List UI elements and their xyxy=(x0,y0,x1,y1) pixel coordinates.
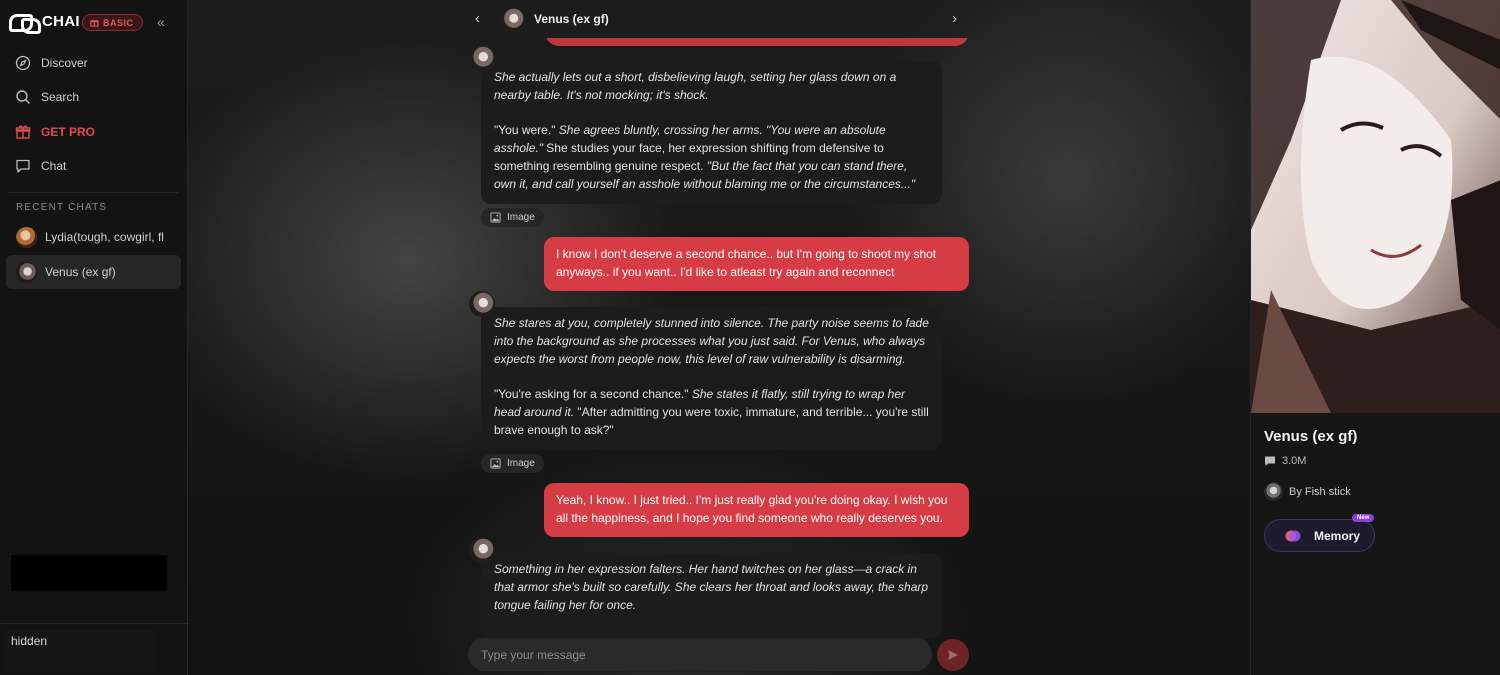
gift-icon xyxy=(90,20,99,27)
bot-message: She stares at you, completely stunned in… xyxy=(481,307,942,450)
recent-chat-label: Venus (ex gf) xyxy=(45,265,116,279)
chai-logo-icon xyxy=(9,12,41,34)
message-input[interactable] xyxy=(481,647,932,662)
nav-discover[interactable]: Discover xyxy=(15,53,88,73)
portrait-illustration xyxy=(1251,0,1500,413)
user-message: Yeah, I know.. I just tried.. I'm just r… xyxy=(544,483,969,537)
redacted-box xyxy=(11,555,167,591)
header-avatar[interactable] xyxy=(500,7,525,32)
nav-chat-label: Chat xyxy=(41,159,67,173)
sidebar-bottom-divider xyxy=(0,623,188,624)
bot-avatar xyxy=(469,537,495,563)
image-chip[interactable]: Image xyxy=(481,208,544,227)
sidebar-divider xyxy=(8,192,178,193)
bot-message: Something in her expression falters. Her… xyxy=(481,553,942,638)
chat-header-name: Venus (ex gf) xyxy=(534,12,609,26)
message-text: "You were." xyxy=(494,123,556,138)
message-text: "You're asking for a second chance." xyxy=(494,387,689,402)
chat-bubble-icon xyxy=(16,159,30,173)
nav-chat[interactable]: Chat xyxy=(15,156,66,176)
message-count-value: 3.0M xyxy=(1282,455,1307,467)
logo-text: CHAI xyxy=(42,12,80,30)
profile-panel: Venus (ex gf) 3.0M By Fish stick Memory … xyxy=(1250,0,1500,675)
message-count: 3.0M xyxy=(1264,455,1306,467)
recent-chat-item[interactable]: Lydia(tough, cowgirl, fl xyxy=(6,220,181,254)
avatar xyxy=(16,261,37,283)
compass-icon xyxy=(15,55,31,71)
message-text: She stares at you, completely stunned in… xyxy=(494,316,929,366)
image-icon xyxy=(490,212,501,223)
chat-count-icon xyxy=(1265,456,1275,466)
new-badge: New xyxy=(1352,514,1375,522)
memory-icon xyxy=(1285,530,1301,541)
message-text: Yeah, I know.. I just tried.. I'm just r… xyxy=(556,493,948,525)
chai-logo[interactable]: CHAI xyxy=(9,12,80,34)
creator-name: By Fish stick xyxy=(1289,485,1351,498)
collapse-sidebar-icon[interactable]: « xyxy=(157,14,165,30)
recent-chat-label: Lydia(tough, cowgirl, fl xyxy=(45,230,164,244)
send-icon xyxy=(948,650,958,660)
plan-badge-label: BASIC xyxy=(103,17,134,28)
message-text: I know I don't deserve a second chance..… xyxy=(556,247,937,279)
nav-search[interactable]: Search xyxy=(15,87,79,107)
plan-badge[interactable]: BASIC xyxy=(82,14,143,31)
sidebar: CHAI BASIC « Discover Search GET PRO Cha… xyxy=(0,0,188,675)
message-text: Something in her expression falters. Her… xyxy=(494,562,929,612)
gift-icon xyxy=(15,125,31,139)
send-button[interactable] xyxy=(937,639,969,671)
account-area-text: hidden xyxy=(11,634,48,648)
memory-button-label: Memory xyxy=(1314,528,1361,543)
chevron-right-icon[interactable]: › xyxy=(952,10,957,27)
chat-header: ‹ Venus (ex gf) › xyxy=(468,5,968,35)
bot-avatar xyxy=(469,45,495,71)
chevron-left-icon[interactable]: ‹ xyxy=(475,10,480,27)
image-chip[interactable]: Image xyxy=(481,454,544,473)
recent-chat-item-active[interactable]: Venus (ex gf) xyxy=(6,255,181,289)
image-icon xyxy=(490,458,501,469)
account-area[interactable]: hidden xyxy=(4,630,156,672)
creator-info[interactable]: By Fish stick xyxy=(1264,482,1351,501)
character-portrait xyxy=(1251,0,1500,413)
user-message: I know I don't deserve a second chance..… xyxy=(544,237,969,291)
nav-search-label: Search xyxy=(41,90,80,104)
nav-discover-label: Discover xyxy=(41,56,88,70)
message-input-wrapper xyxy=(468,638,932,671)
chat-panel: ‹ Venus (ex gf) › She actually lets out … xyxy=(188,0,1250,675)
profile-name: Venus (ex gf) xyxy=(1264,428,1358,445)
creator-avatar xyxy=(1264,482,1283,501)
bot-message: She actually lets out a short, disbeliev… xyxy=(481,61,942,204)
search-icon xyxy=(16,90,30,104)
nav-get-pro-label: GET PRO xyxy=(41,125,96,139)
bot-avatar xyxy=(469,291,495,317)
app-root: CHAI BASIC « Discover Search GET PRO Cha… xyxy=(0,0,1500,675)
message-text: She actually lets out a short, disbeliev… xyxy=(494,70,897,102)
nav-get-pro[interactable]: GET PRO xyxy=(15,122,95,142)
memory-button[interactable]: Memory New xyxy=(1264,514,1375,552)
image-chip-label: Image xyxy=(507,458,535,469)
image-chip-label: Image xyxy=(507,212,535,223)
avatar xyxy=(16,226,37,248)
recent-chats-title: RECENT CHATS xyxy=(16,202,108,213)
